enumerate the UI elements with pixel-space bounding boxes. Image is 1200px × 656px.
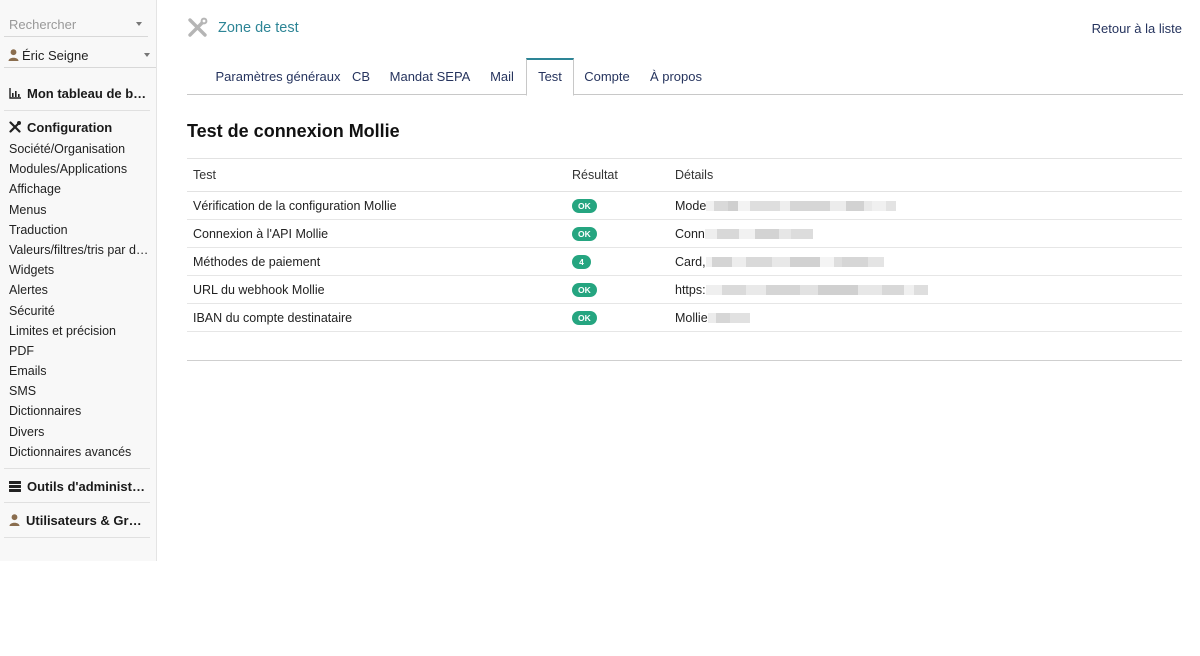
status-badge: OK bbox=[572, 310, 597, 325]
redacted-text bbox=[705, 255, 884, 269]
status-badge: 4 bbox=[572, 254, 591, 269]
menu-admin-tools-label: Outils d'administration bbox=[27, 478, 149, 494]
submenu-item[interactable]: Société/Organisation bbox=[9, 139, 149, 159]
column-header-test: Test bbox=[187, 158, 566, 192]
tab-test[interactable]: Test bbox=[526, 58, 574, 96]
tab-mail[interactable]: Mail bbox=[486, 58, 518, 95]
chevron-down-icon[interactable] bbox=[144, 53, 150, 57]
tab-about[interactable]: À propos bbox=[645, 58, 707, 95]
submenu-item[interactable]: Emails bbox=[9, 361, 149, 381]
status-badge: OK bbox=[572, 226, 597, 241]
bar-chart-icon bbox=[9, 87, 21, 99]
tab-general-settings[interactable]: Paramètres généraux bbox=[205, 58, 351, 95]
table-row: Connexion à l'API Mollie OK Conn bbox=[187, 219, 1182, 248]
configuration-submenu: Société/Organisation Modules/Application… bbox=[9, 139, 149, 462]
menu-admin-tools[interactable]: Outils d'administration bbox=[9, 477, 149, 495]
server-icon bbox=[9, 480, 21, 492]
tab-bar: Paramètres généraux CB Mandat SEPA Mail … bbox=[187, 58, 1183, 96]
tab-cb[interactable]: CB bbox=[347, 58, 375, 95]
submenu-item[interactable]: Traduction bbox=[9, 220, 149, 240]
test-name: Méthodes de paiement bbox=[187, 247, 566, 276]
menu-configuration-label: Configuration bbox=[27, 119, 113, 135]
submenu-item[interactable]: Dictionnaires bbox=[9, 401, 149, 421]
tab-account[interactable]: Compte bbox=[581, 58, 633, 95]
details-text: Conn bbox=[675, 226, 705, 241]
table-header-row: Test Résultat Détails bbox=[187, 158, 1182, 192]
submenu-item[interactable]: Sécurité bbox=[9, 301, 149, 321]
submenu-item[interactable]: PDF bbox=[9, 341, 149, 361]
menu-configuration[interactable]: Configuration bbox=[9, 118, 149, 136]
submenu-item[interactable]: Menus bbox=[9, 200, 149, 220]
user-icon bbox=[8, 49, 19, 61]
user-icon bbox=[9, 514, 20, 526]
submenu-item[interactable]: Alertes bbox=[9, 280, 149, 300]
result-cell: 4 bbox=[566, 247, 669, 276]
details-cell: Card, bbox=[669, 247, 1182, 276]
search-box[interactable] bbox=[4, 11, 148, 37]
search-input[interactable] bbox=[4, 11, 130, 37]
sidebar: Éric Seigne Mon tableau de bord Configur… bbox=[0, 0, 157, 561]
menu-divider bbox=[4, 110, 150, 111]
redacted-text bbox=[706, 199, 897, 213]
redacted-text bbox=[707, 311, 750, 325]
menu-divider bbox=[4, 468, 150, 469]
tools-icon bbox=[9, 121, 21, 133]
section-divider bbox=[187, 360, 1182, 361]
menu-dashboard-label: Mon tableau de bord bbox=[27, 85, 149, 101]
result-cell: OK bbox=[566, 275, 669, 304]
menu-divider bbox=[4, 537, 150, 538]
result-cell: OK bbox=[566, 219, 669, 248]
submenu-item[interactable]: Modules/Applications bbox=[9, 159, 149, 179]
submenu-item[interactable]: Dictionnaires avancés bbox=[9, 442, 149, 462]
details-cell: Mollie bbox=[669, 303, 1182, 332]
column-header-details: Détails bbox=[669, 158, 1182, 192]
menu-divider bbox=[4, 502, 150, 503]
column-header-result: Résultat bbox=[566, 158, 669, 192]
details-cell: https: bbox=[669, 275, 1182, 304]
details-text: Card, bbox=[675, 254, 706, 269]
menu-users-groups-label: Utilisateurs & Groupes bbox=[26, 512, 148, 528]
submenu-item[interactable]: Divers bbox=[9, 422, 149, 442]
user-selector[interactable]: Éric Seigne bbox=[4, 43, 156, 68]
back-to-list-link[interactable]: Retour à la liste bbox=[1092, 21, 1182, 36]
page-heading: Zone de test bbox=[218, 20, 299, 36]
test-name: Connexion à l'API Mollie bbox=[187, 219, 566, 248]
results-table: Test Résultat Détails Vérification de la… bbox=[187, 158, 1182, 332]
menu-users-groups[interactable]: Utilisateurs & Groupes bbox=[9, 511, 149, 529]
redacted-text bbox=[705, 283, 928, 297]
table-row: IBAN du compte destinataire OK Mollie bbox=[187, 303, 1182, 332]
details-text: https: bbox=[675, 282, 706, 297]
submenu-item[interactable]: SMS bbox=[9, 381, 149, 401]
test-name: IBAN du compte destinataire bbox=[187, 303, 566, 332]
table-row: URL du webhook Mollie OK https: bbox=[187, 275, 1182, 304]
redacted-text bbox=[704, 227, 813, 241]
details-text: Mode bbox=[675, 198, 707, 213]
submenu-item[interactable]: Widgets bbox=[9, 260, 149, 280]
user-name: Éric Seigne bbox=[22, 48, 89, 63]
tab-sepa-mandate[interactable]: Mandat SEPA bbox=[386, 58, 474, 95]
test-name: URL du webhook Mollie bbox=[187, 275, 566, 304]
submenu-item[interactable]: Limites et précision bbox=[9, 321, 149, 341]
menu-dashboard[interactable]: Mon tableau de bord bbox=[9, 84, 149, 102]
submenu-item[interactable]: Valeurs/filtres/tris par défaut bbox=[9, 240, 149, 260]
table-row: Méthodes de paiement 4 Card, bbox=[187, 247, 1182, 276]
chevron-down-icon[interactable] bbox=[136, 22, 142, 26]
test-name: Vérification de la configuration Mollie bbox=[187, 191, 566, 220]
submenu-item[interactable]: Affichage bbox=[9, 179, 149, 199]
details-cell: Mode bbox=[669, 191, 1182, 220]
status-badge: OK bbox=[572, 282, 597, 297]
result-cell: OK bbox=[566, 303, 669, 332]
tools-icon bbox=[188, 17, 208, 37]
details-cell: Conn bbox=[669, 219, 1182, 248]
status-badge: OK bbox=[572, 198, 597, 213]
table-row: Vérification de la configuration Mollie … bbox=[187, 191, 1182, 220]
result-cell: OK bbox=[566, 191, 669, 220]
page-title: Test de connexion Mollie bbox=[187, 121, 400, 141]
details-text: Mollie bbox=[675, 310, 708, 325]
